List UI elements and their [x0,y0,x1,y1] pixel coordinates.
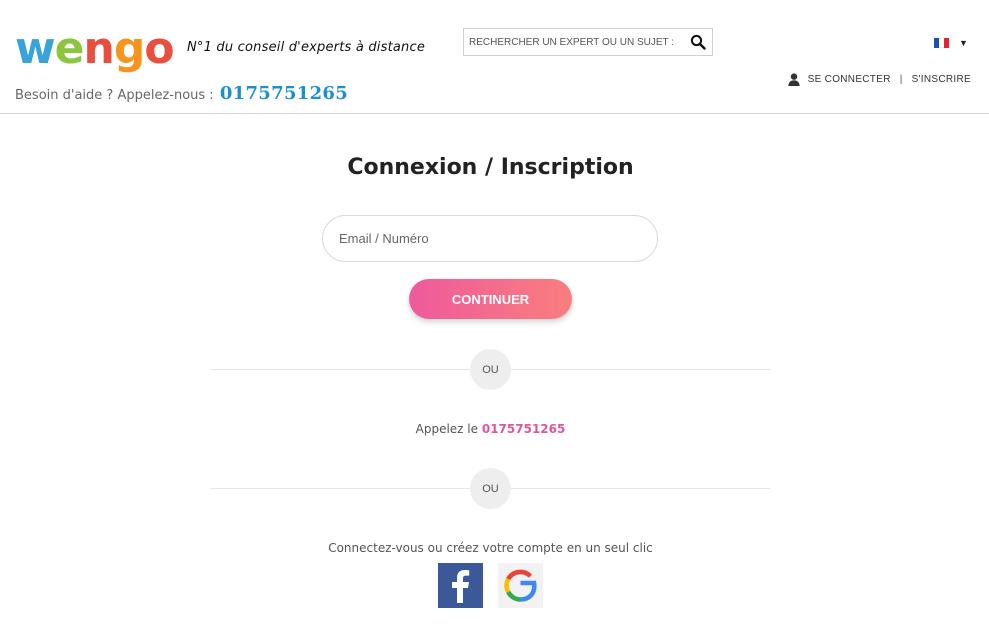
chevron-down-icon: ▼ [959,38,968,48]
page-title: Connexion / Inscription [347,155,634,180]
user-icon [787,73,800,86]
language-selector[interactable]: ▼ [934,38,968,48]
login-link[interactable]: SE CONNECTER [808,74,891,85]
facebook-icon [452,570,470,603]
help-phone-link[interactable]: 0175751265 [220,83,348,104]
header: wengo N°1 du conseil d'experts à distanc… [0,0,989,114]
social-login-text: Connectez-vous ou créez votre compte en … [328,541,653,555]
search-input[interactable] [464,29,679,55]
help-prefix: Besoin d'aide ? Appelez-nous : [15,88,214,103]
logo-letter: o [144,23,174,74]
account-links: SE CONNECTER | S'INSCRIRE [787,73,971,86]
or-badge: OU [470,468,511,509]
call-prefix: Appelez le [415,422,479,436]
logo-letter: n [83,23,115,74]
search-bar [463,28,713,56]
call-phone-link[interactable]: 0175751265 [482,422,566,436]
logo-letter: g [113,23,145,74]
french-flag-icon [934,38,949,48]
wengo-logo[interactable]: wengo [15,27,175,71]
call-line: Appelez le 0175751265 [0,422,981,436]
google-login-button[interactable] [498,563,543,608]
separator: | [899,74,903,85]
signup-link[interactable]: S'INSCRIRE [912,74,971,85]
help-line: Besoin d'aide ? Appelez-nous : 017575126… [15,83,348,104]
facebook-login-button[interactable] [438,563,483,608]
continue-button[interactable]: CONTINUER [409,279,572,319]
email-field[interactable] [322,215,658,262]
logo-letter: w [15,23,56,74]
search-icon[interactable] [690,34,706,50]
tagline: N°1 du conseil d'experts à distance [187,40,426,55]
google-icon [504,569,537,602]
or-badge: OU [470,349,511,390]
logo-letter: e [54,23,85,74]
